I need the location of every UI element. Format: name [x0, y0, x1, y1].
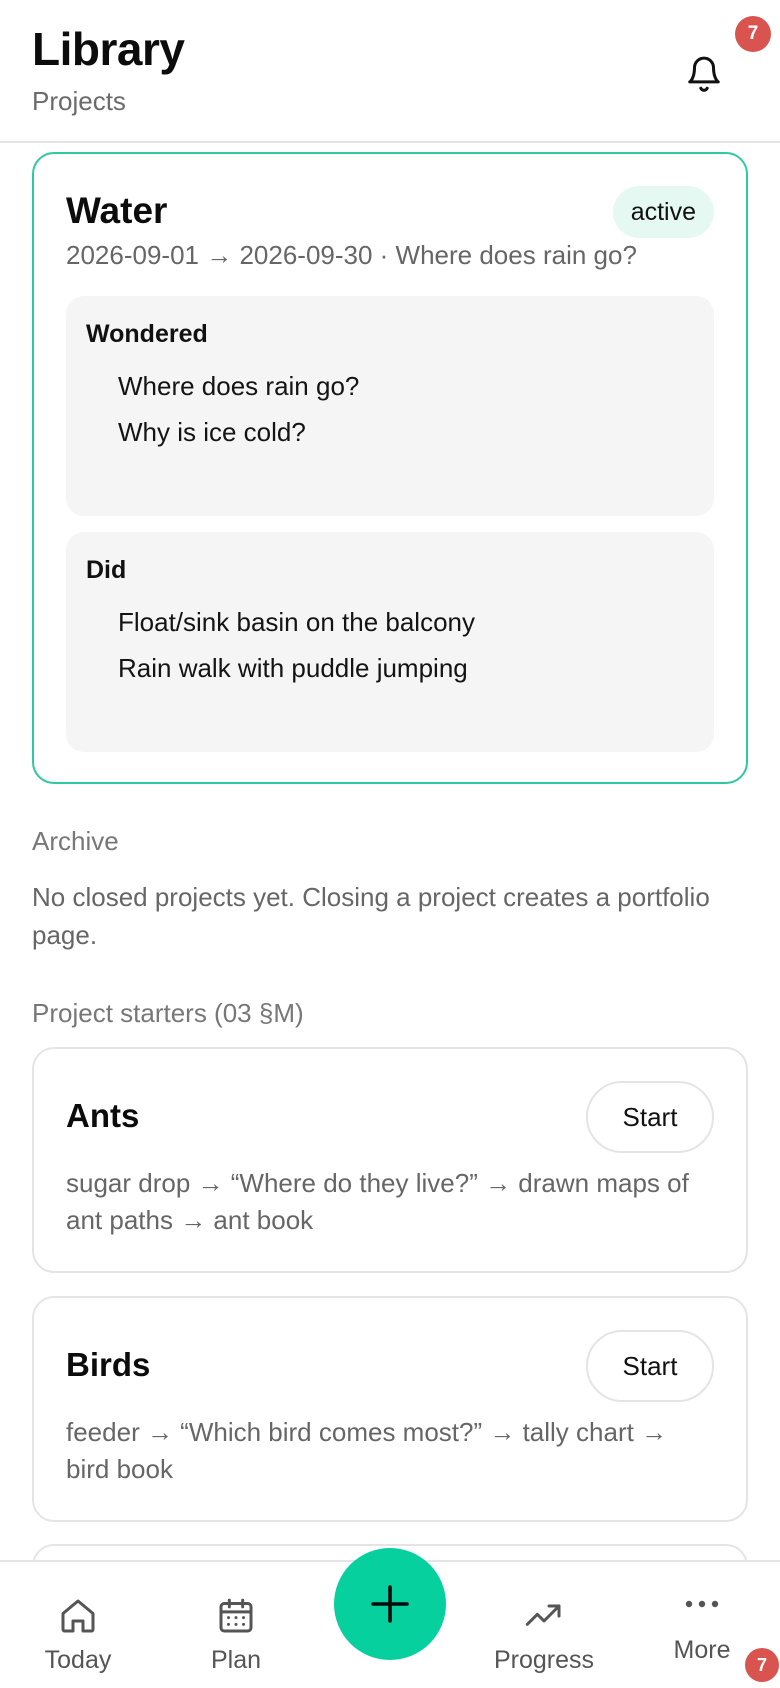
- starter-description: feeder → “Which bird comes most?” → tall…: [66, 1417, 668, 1484]
- plus-icon: [371, 1585, 409, 1623]
- starters-heading: Project starters (03 §M): [32, 998, 304, 1028]
- trending-up-icon: [525, 1604, 561, 1626]
- section-label: Did: [86, 556, 127, 584]
- status-badge: active: [612, 186, 714, 238]
- list-item: Float/sink basin on the balcony: [118, 607, 475, 637]
- list-item: Where does rain go?: [118, 371, 360, 401]
- starter-name: Ants: [66, 1097, 140, 1134]
- calendar-icon: [219, 1598, 253, 1633]
- nav-today[interactable]: Today: [28, 1562, 128, 1688]
- wondered-section: Wondered Where does rain go? Why is ice …: [66, 296, 714, 516]
- archive-heading: Archive: [32, 826, 119, 856]
- nav-label: More: [673, 1636, 731, 1664]
- more-badge: 7: [745, 1648, 779, 1682]
- add-button[interactable]: [334, 1548, 446, 1660]
- starter-card-birds: Birds Start feeder → “Which bird comes m…: [32, 1296, 748, 1522]
- did-list: Float/sink basin on the balcony Rain wal…: [118, 604, 475, 696]
- notifications-button[interactable]: [678, 48, 730, 100]
- header: Library Projects: [0, 0, 780, 143]
- nav-progress[interactable]: Progress: [484, 1562, 604, 1688]
- project-name: Water: [66, 190, 168, 231]
- section-label: Wondered: [86, 320, 208, 348]
- home-icon: [61, 1599, 95, 1633]
- list-item: Why is ice cold?: [118, 417, 306, 447]
- starter-card-ants: Ants Start sugar drop → “Where do they l…: [32, 1047, 748, 1273]
- app: Library Projects 7 Water active 2026-09-…: [0, 0, 780, 1688]
- archive-empty-text: No closed projects yet. Closing a projec…: [32, 882, 710, 950]
- nav-more[interactable]: More: [650, 1562, 754, 1688]
- list-item: Rain walk with puddle jumping: [118, 653, 468, 683]
- wondered-list: Where does rain go? Why is ice cold?: [118, 368, 359, 460]
- active-project-card[interactable]: Water active 2026-09-01 → 2026-09-30 · W…: [32, 152, 748, 784]
- page-title: Library: [32, 23, 185, 75]
- starter-description: sugar drop → “Where do they live?” → dra…: [66, 1168, 689, 1235]
- did-section: Did Float/sink basin on the balcony Rain…: [66, 532, 714, 752]
- page-subtitle: Projects: [32, 86, 126, 116]
- nav-label: Plan: [210, 1646, 262, 1674]
- start-button[interactable]: Start: [586, 1330, 714, 1402]
- nav-label: Progress: [493, 1646, 595, 1674]
- nav-label: Today: [44, 1646, 112, 1674]
- project-meta: 2026-09-01 → 2026-09-30 · Where does rai…: [66, 240, 637, 270]
- nav-plan[interactable]: Plan: [186, 1562, 286, 1688]
- notification-badge: 7: [735, 16, 771, 52]
- starter-name: Birds: [66, 1346, 151, 1383]
- bell-icon: [688, 56, 720, 92]
- start-button[interactable]: Start: [586, 1081, 714, 1153]
- more-dots-icon: [685, 1600, 719, 1608]
